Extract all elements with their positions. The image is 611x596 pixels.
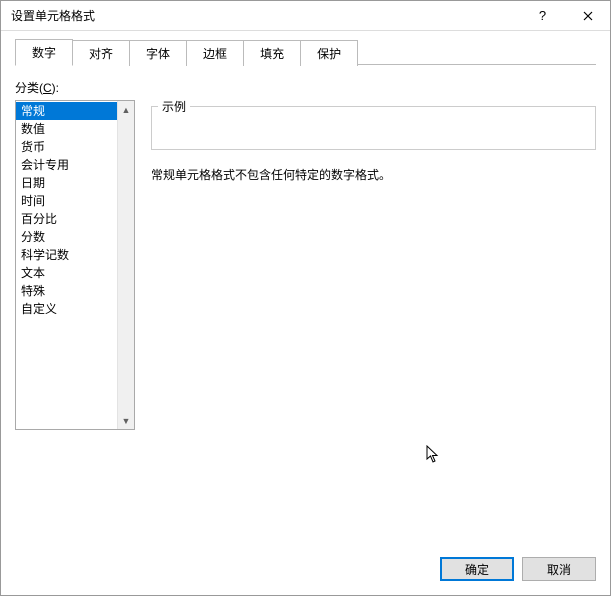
listbox-scrollbar[interactable]: ▲ ▼: [117, 101, 134, 429]
list-item[interactable]: 科学记数: [16, 246, 117, 264]
list-item[interactable]: 文本: [16, 264, 117, 282]
list-item[interactable]: 特殊: [16, 282, 117, 300]
content-row: 常规 数值 货币 会计专用 日期 时间 百分比 分数 科学记数 文本 特殊 自定…: [15, 100, 596, 537]
format-cells-dialog: 设置单元格格式 ? 数字 对齐 字体 边框 填充 保护 分类(C): 常规: [0, 0, 611, 596]
list-item[interactable]: 自定义: [16, 300, 117, 318]
list-item[interactable]: 分数: [16, 228, 117, 246]
list-item[interactable]: 数值: [16, 120, 117, 138]
sample-legend: 示例: [158, 98, 190, 115]
ok-button[interactable]: 确定: [440, 557, 514, 581]
tab-protect[interactable]: 保护: [300, 40, 358, 66]
right-column: 示例 常规单元格格式不包含任何特定的数字格式。: [151, 100, 596, 537]
category-listbox[interactable]: 常规 数值 货币 会计专用 日期 时间 百分比 分数 科学记数 文本 特殊 自定…: [15, 100, 135, 430]
tabstrip: 数字 对齐 字体 边框 填充 保护: [15, 41, 596, 65]
list-item[interactable]: 时间: [16, 192, 117, 210]
format-description: 常规单元格格式不包含任何特定的数字格式。: [151, 166, 596, 183]
window-title: 设置单元格格式: [11, 7, 520, 24]
tab-pane-number: 分类(C): 常规 数值 货币 会计专用 日期 时间 百分比 分数 科学记数 文…: [15, 65, 596, 537]
scroll-down-icon[interactable]: ▼: [118, 412, 134, 429]
category-label-hotkey: C: [43, 81, 52, 95]
category-label-suffix: ):: [52, 81, 59, 95]
tab-number[interactable]: 数字: [15, 39, 73, 66]
list-item[interactable]: 会计专用: [16, 156, 117, 174]
dialog-buttons: 确定 取消: [1, 547, 610, 595]
dialog-body: 数字 对齐 字体 边框 填充 保护 分类(C): 常规 数值 货币 会计专用 日…: [1, 31, 610, 547]
list-item[interactable]: 日期: [16, 174, 117, 192]
tab-alignment[interactable]: 对齐: [72, 40, 130, 66]
close-button[interactable]: [565, 1, 610, 30]
scroll-up-icon[interactable]: ▲: [118, 101, 134, 118]
sample-group: 示例: [151, 106, 596, 150]
tab-border[interactable]: 边框: [186, 40, 244, 66]
cancel-button[interactable]: 取消: [522, 557, 596, 581]
category-list: 常规 数值 货币 会计专用 日期 时间 百分比 分数 科学记数 文本 特殊 自定…: [16, 101, 117, 429]
category-label-prefix: 分类(: [15, 81, 43, 95]
list-item[interactable]: 常规: [16, 102, 117, 120]
list-item[interactable]: 百分比: [16, 210, 117, 228]
list-item[interactable]: 货币: [16, 138, 117, 156]
tab-font[interactable]: 字体: [129, 40, 187, 66]
close-icon: [583, 11, 593, 21]
tab-fill[interactable]: 填充: [243, 40, 301, 66]
titlebar: 设置单元格格式 ?: [1, 1, 610, 31]
help-button[interactable]: ?: [520, 1, 565, 30]
category-label: 分类(C):: [15, 79, 596, 96]
